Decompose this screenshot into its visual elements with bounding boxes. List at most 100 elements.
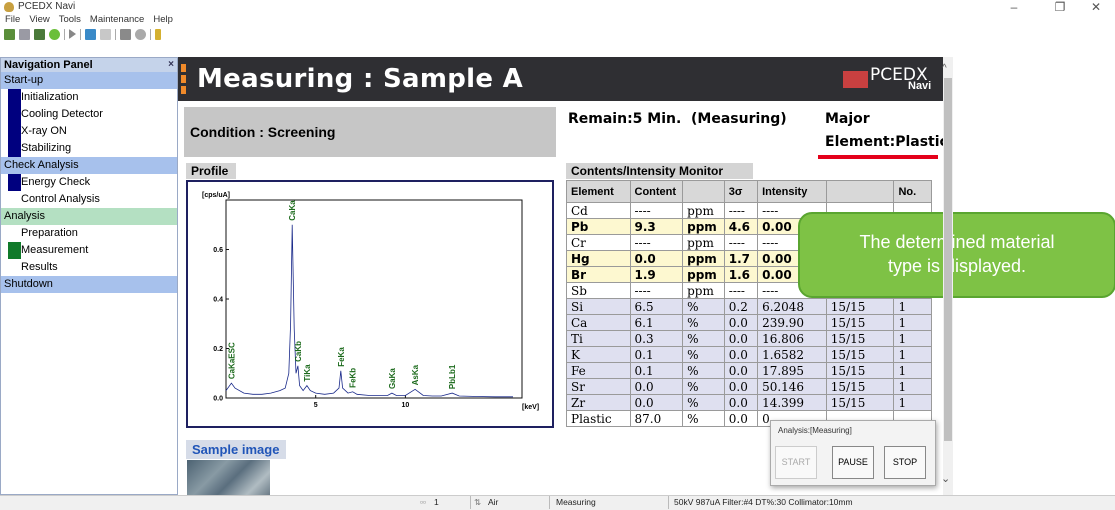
condition-label: Condition : Screening: [190, 124, 336, 140]
maximize-button[interactable]: ❐: [1050, 0, 1070, 14]
nav-category[interactable]: Analysis: [1, 208, 177, 225]
content-cell: ----: [629, 202, 684, 219]
major-element: Element:Plastic: [825, 134, 948, 150]
step-status-marker: [8, 140, 21, 157]
col-intensity: Intensity: [757, 180, 827, 203]
unit-cell: ppm: [682, 202, 725, 219]
step-status-marker: [8, 174, 21, 191]
ratio-cell: 15/15: [825, 346, 895, 363]
unit-cell: %: [682, 394, 725, 411]
popup-title: Analysis:[Measuring]: [778, 426, 852, 435]
nav-category[interactable]: Shutdown: [1, 276, 177, 293]
nav-item-label: X-ray ON: [21, 125, 67, 137]
nav-item[interactable]: X-ray ON: [1, 123, 177, 140]
content-cell: ----: [629, 234, 684, 251]
intensity-cell: 239.90: [757, 314, 827, 331]
element-cell: Zr: [566, 394, 631, 411]
play-icon[interactable]: [69, 29, 76, 39]
step-status-marker: [8, 106, 21, 123]
menu-file[interactable]: File: [5, 14, 20, 26]
element-cell: Br: [566, 266, 631, 283]
unit-cell: %: [682, 378, 725, 395]
peak-label: TiKa: [303, 364, 312, 382]
unit-cell: %: [682, 298, 725, 315]
content-cell: 0.3: [629, 330, 684, 347]
folder-icon[interactable]: [34, 28, 45, 40]
nav-item[interactable]: Cooling Detector: [1, 106, 177, 123]
nav-item[interactable]: Initialization: [1, 89, 177, 106]
menu-help[interactable]: Help: [153, 14, 173, 26]
x-tick-label: 5: [314, 402, 318, 409]
content-cell: 6.5: [629, 298, 684, 315]
menu-bar: File View Tools Maintenance Help: [0, 14, 173, 26]
x-axis-label: [keV]: [522, 404, 539, 411]
nav-item-label: Analysis: [4, 210, 45, 222]
axis-ticks: 0.0 0.2 0.4 0.6 5 10: [213, 247, 409, 409]
nav-item[interactable]: Stabilizing: [1, 140, 177, 157]
toolbar-separator: [80, 28, 81, 40]
y-axis-label: [cps/uA]: [202, 192, 230, 199]
nav-close-icon[interactable]: ×: [168, 58, 174, 72]
content-cell: 0.0: [629, 378, 684, 395]
peak-label: CaKaESC: [227, 342, 236, 379]
save-icon[interactable]: [120, 28, 131, 40]
y-tick-label: 0.2: [213, 346, 223, 353]
no-cell: 1: [893, 394, 932, 411]
menu-view[interactable]: View: [29, 14, 49, 26]
nav-item[interactable]: Control Analysis: [1, 191, 177, 208]
nav-item-label: Preparation: [21, 227, 78, 239]
no-cell: 1: [893, 330, 932, 347]
unit-cell: %: [682, 410, 725, 427]
callout-line-1: The determined material: [859, 232, 1055, 252]
sigma-cell: ----: [723, 202, 759, 219]
close-button[interactable]: ✕: [1086, 0, 1106, 14]
sigma-cell: 0.0: [723, 314, 759, 331]
unit-cell: %: [682, 346, 725, 363]
nav-item[interactable]: Results: [1, 259, 177, 276]
nav-item-label: Check Analysis: [4, 159, 79, 171]
new-icon[interactable]: [4, 28, 15, 40]
peak-labels: CaKaESC CaKa CaKbTiKa FeKaFeKb GaKa AsKa PbLb1: [227, 200, 457, 389]
sigma-cell: 0.0: [723, 410, 759, 427]
x-tick-label: 10: [401, 402, 409, 409]
nav-category[interactable]: Check Analysis: [1, 157, 177, 174]
no-cell: 1: [893, 346, 932, 363]
pen-icon[interactable]: [49, 28, 60, 40]
scrollbar-thumb[interactable]: [944, 78, 952, 441]
scroll-down-icon[interactable]: ⌄: [941, 472, 950, 485]
element-cell: Cr: [566, 234, 631, 251]
spectrum-series-line: [225, 224, 513, 398]
minimize-button[interactable]: –: [1004, 0, 1024, 14]
table-row: Si 6.5% 0.2 6.2048 15/15 1: [566, 298, 932, 315]
stop-button[interactable]: STOP: [884, 446, 926, 479]
cursor-icon[interactable]: [85, 28, 96, 40]
page-title: Measuring : Sample A: [197, 64, 524, 94]
y-tick-label: 0.0: [213, 396, 223, 403]
nav-item-label: Results: [21, 261, 58, 273]
element-cell: Pb: [566, 218, 631, 235]
start-button[interactable]: START: [775, 446, 817, 479]
table-row: Zr 0.0% 0.0 14.399 15/15 1: [566, 394, 932, 411]
measuring-status: (Measuring): [691, 111, 787, 127]
sigma-cell: 0.0: [723, 378, 759, 395]
open-icon[interactable]: [19, 28, 30, 40]
peak-label: PbLb1: [448, 364, 457, 389]
table-row: Ca 6.1% 0.0 239.90 15/15 1: [566, 314, 932, 331]
menu-tools[interactable]: Tools: [59, 14, 81, 26]
menu-maintenance[interactable]: Maintenance: [90, 14, 144, 26]
nav-item-label: Cooling Detector: [21, 108, 103, 120]
remain-time: Remain:5 Min.: [568, 111, 682, 127]
sample-count: 1: [434, 497, 439, 507]
sigma-cell: 0.0: [723, 330, 759, 347]
nav-category[interactable]: Start-up: [1, 72, 177, 89]
pause-button[interactable]: PAUSE: [832, 446, 874, 479]
scroll-up-icon[interactable]: ^: [942, 63, 947, 74]
nav-item[interactable]: Preparation: [1, 225, 177, 242]
list-icon[interactable]: [100, 28, 111, 40]
power-icon[interactable]: [135, 28, 146, 40]
nav-item[interactable]: Measurement: [1, 242, 177, 259]
nav-item[interactable]: Energy Check: [1, 174, 177, 191]
sigma-cell: 1.6: [723, 266, 759, 283]
help-icon[interactable]: [155, 28, 161, 40]
table-title: Contents/Intensity Monitor: [566, 163, 753, 179]
